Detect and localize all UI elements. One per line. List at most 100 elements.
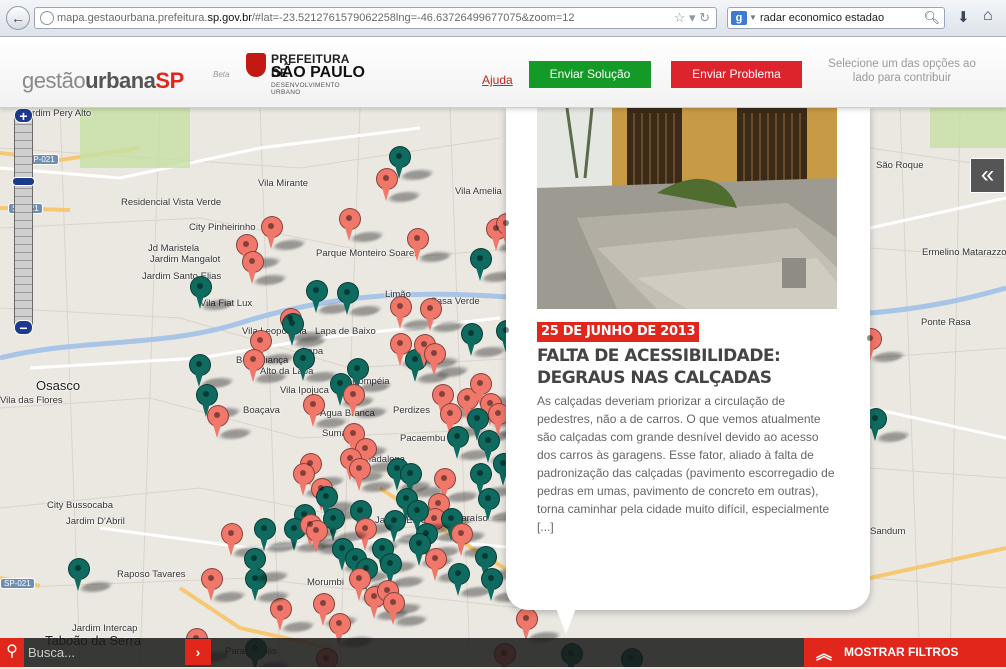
problem-marker-icon[interactable]: [407, 228, 429, 261]
problem-marker-icon[interactable]: [339, 208, 361, 241]
home-icon[interactable]: ⌂: [983, 7, 993, 25]
browser-toolbar: ← mapa.gestaourbana.prefeitura.sp.gov.br…: [0, 0, 1006, 37]
marker-dot: [208, 575, 214, 581]
problem-marker-icon[interactable]: [343, 384, 365, 417]
magnifier-icon[interactable]: 🔍︎: [923, 10, 940, 26]
bookmark-star-icon[interactable]: ☆ ▾ ↻: [674, 10, 710, 26]
send-problem-button[interactable]: Enviar Problema: [671, 61, 802, 88]
send-solution-button[interactable]: Enviar Solução: [529, 61, 651, 88]
zoom-slider-track[interactable]: [14, 116, 33, 330]
site-header: gestãourbanaSP Beta PREFEITURA DE SÃO PA…: [0, 37, 1006, 108]
crest-icon: [246, 53, 266, 77]
marker-dot: [362, 445, 368, 451]
marker-dot: [243, 241, 249, 247]
marker-dot: [872, 415, 878, 421]
solution-marker-icon[interactable]: [447, 426, 469, 459]
solution-marker-icon[interactable]: [306, 280, 328, 313]
bottom-toolbar: ⚲ › ︽ MOSTRAR FILTROS: [0, 638, 1006, 667]
solution-marker-icon[interactable]: [461, 323, 483, 356]
globe-icon: [40, 11, 54, 25]
marker-dot: [414, 507, 420, 513]
marker-dot: [407, 470, 413, 476]
solution-marker-icon[interactable]: [68, 558, 90, 591]
back-arrow-icon[interactable]: ←: [6, 6, 30, 30]
zoom-slider-handle[interactable]: [12, 177, 35, 186]
post-title[interactable]: FALTA DE ACESSIBILIDADE: DEGRAUS NAS CAL…: [537, 345, 837, 389]
solution-marker-icon[interactable]: [478, 488, 500, 521]
marker-dot: [495, 410, 501, 416]
search-engine-icon[interactable]: g: [731, 11, 747, 25]
marker-dot: [196, 361, 202, 367]
marker-dot: [337, 380, 343, 386]
problem-marker-icon[interactable]: [516, 608, 538, 641]
problem-marker-icon[interactable]: [242, 251, 264, 284]
problem-marker-icon[interactable]: [390, 296, 412, 329]
problem-marker-icon[interactable]: [243, 349, 265, 382]
problem-marker-icon[interactable]: [425, 548, 447, 581]
map-canvas[interactable]: Jardim Pery Alto Vila Mirante Vila Amelia R…: [0, 108, 1006, 667]
marker-dot: [318, 485, 324, 491]
problem-marker-icon[interactable]: [424, 343, 446, 376]
problem-marker-icon[interactable]: [376, 168, 398, 201]
problem-marker-icon[interactable]: [303, 394, 325, 427]
marker-dot: [350, 430, 356, 436]
problem-popup-card: 25 DE JUNHO DE 2013 FALTA DE ACESSIBILID…: [506, 108, 870, 610]
search-icon[interactable]: ⚲: [0, 638, 24, 667]
marker-dot: [330, 515, 336, 521]
problem-marker-icon[interactable]: [349, 458, 371, 491]
zoom-in-button[interactable]: +: [14, 108, 33, 123]
marker-dot: [397, 340, 403, 346]
marker-dot: [257, 337, 263, 343]
marker-dot: [363, 565, 369, 571]
problem-marker-icon[interactable]: [293, 463, 315, 496]
solution-marker-icon[interactable]: [293, 348, 315, 381]
marker-dot: [421, 341, 427, 347]
address-bar[interactable]: mapa.gestaourbana.prefeitura.sp.gov.br/#…: [34, 7, 717, 29]
show-filters-button[interactable]: ︽ MOSTRAR FILTROS: [804, 638, 1006, 667]
problem-marker-icon[interactable]: [221, 523, 243, 556]
solution-marker-icon[interactable]: [448, 563, 470, 596]
solution-marker-icon[interactable]: [337, 282, 359, 315]
marker-dot: [362, 525, 368, 531]
chevron-down-icon[interactable]: ▼: [749, 13, 757, 22]
marker-dot: [394, 465, 400, 471]
marker-dot: [485, 437, 491, 443]
browser-search-text[interactable]: radar economico estadao: [760, 12, 884, 24]
marker-dot: [249, 258, 255, 264]
problem-marker-icon[interactable]: [270, 598, 292, 631]
marker-dot: [482, 553, 488, 559]
map-search-input[interactable]: [28, 642, 178, 663]
zoom-out-button[interactable]: −: [14, 320, 33, 335]
prefeitura-logo: PREFEITURA DE SÃO PAULO DESENVOLVIMENTO …: [246, 51, 366, 96]
search-submit-button[interactable]: ›: [185, 639, 211, 665]
marker-dot: [356, 465, 362, 471]
url-text: mapa.gestaourbana.prefeitura.sp.gov.br/#…: [57, 12, 575, 24]
download-icon[interactable]: ⬇: [957, 8, 970, 26]
problem-marker-icon[interactable]: [383, 592, 405, 625]
problem-marker-icon[interactable]: [420, 298, 442, 331]
map-place-label: Sandum: [870, 526, 906, 537]
problem-marker-icon[interactable]: [261, 216, 283, 249]
problem-marker-icon[interactable]: [201, 568, 223, 601]
map-place-label: Parque Monteiro Soares: [316, 248, 419, 259]
marker-dot: [352, 555, 358, 561]
marker-dot: [439, 391, 445, 397]
browser-search-box[interactable]: g ▼ radar economico estadao 🔍︎: [727, 7, 945, 29]
zoom-control: + −: [12, 108, 35, 337]
marker-dot: [344, 289, 350, 295]
solution-marker-icon[interactable]: [190, 276, 212, 309]
expand-panel-button[interactable]: «: [970, 158, 1005, 193]
help-link[interactable]: Ajuda: [482, 73, 513, 87]
popup-pointer: [556, 608, 576, 634]
solution-marker-icon[interactable]: [254, 518, 276, 551]
solution-marker-icon[interactable]: [189, 354, 211, 387]
problem-marker-icon[interactable]: [207, 405, 229, 438]
problem-marker-icon[interactable]: [488, 403, 510, 436]
solution-marker-icon[interactable]: [481, 568, 503, 601]
solution-marker-icon[interactable]: [470, 248, 492, 281]
marker-dot: [464, 395, 470, 401]
double-chevron-up-icon: ︽: [816, 646, 833, 663]
gestao-urbana-logo[interactable]: gestãourbanaSP: [22, 68, 184, 94]
map-place-label: Vila das Flores: [0, 395, 63, 406]
marker-dot: [313, 287, 319, 293]
